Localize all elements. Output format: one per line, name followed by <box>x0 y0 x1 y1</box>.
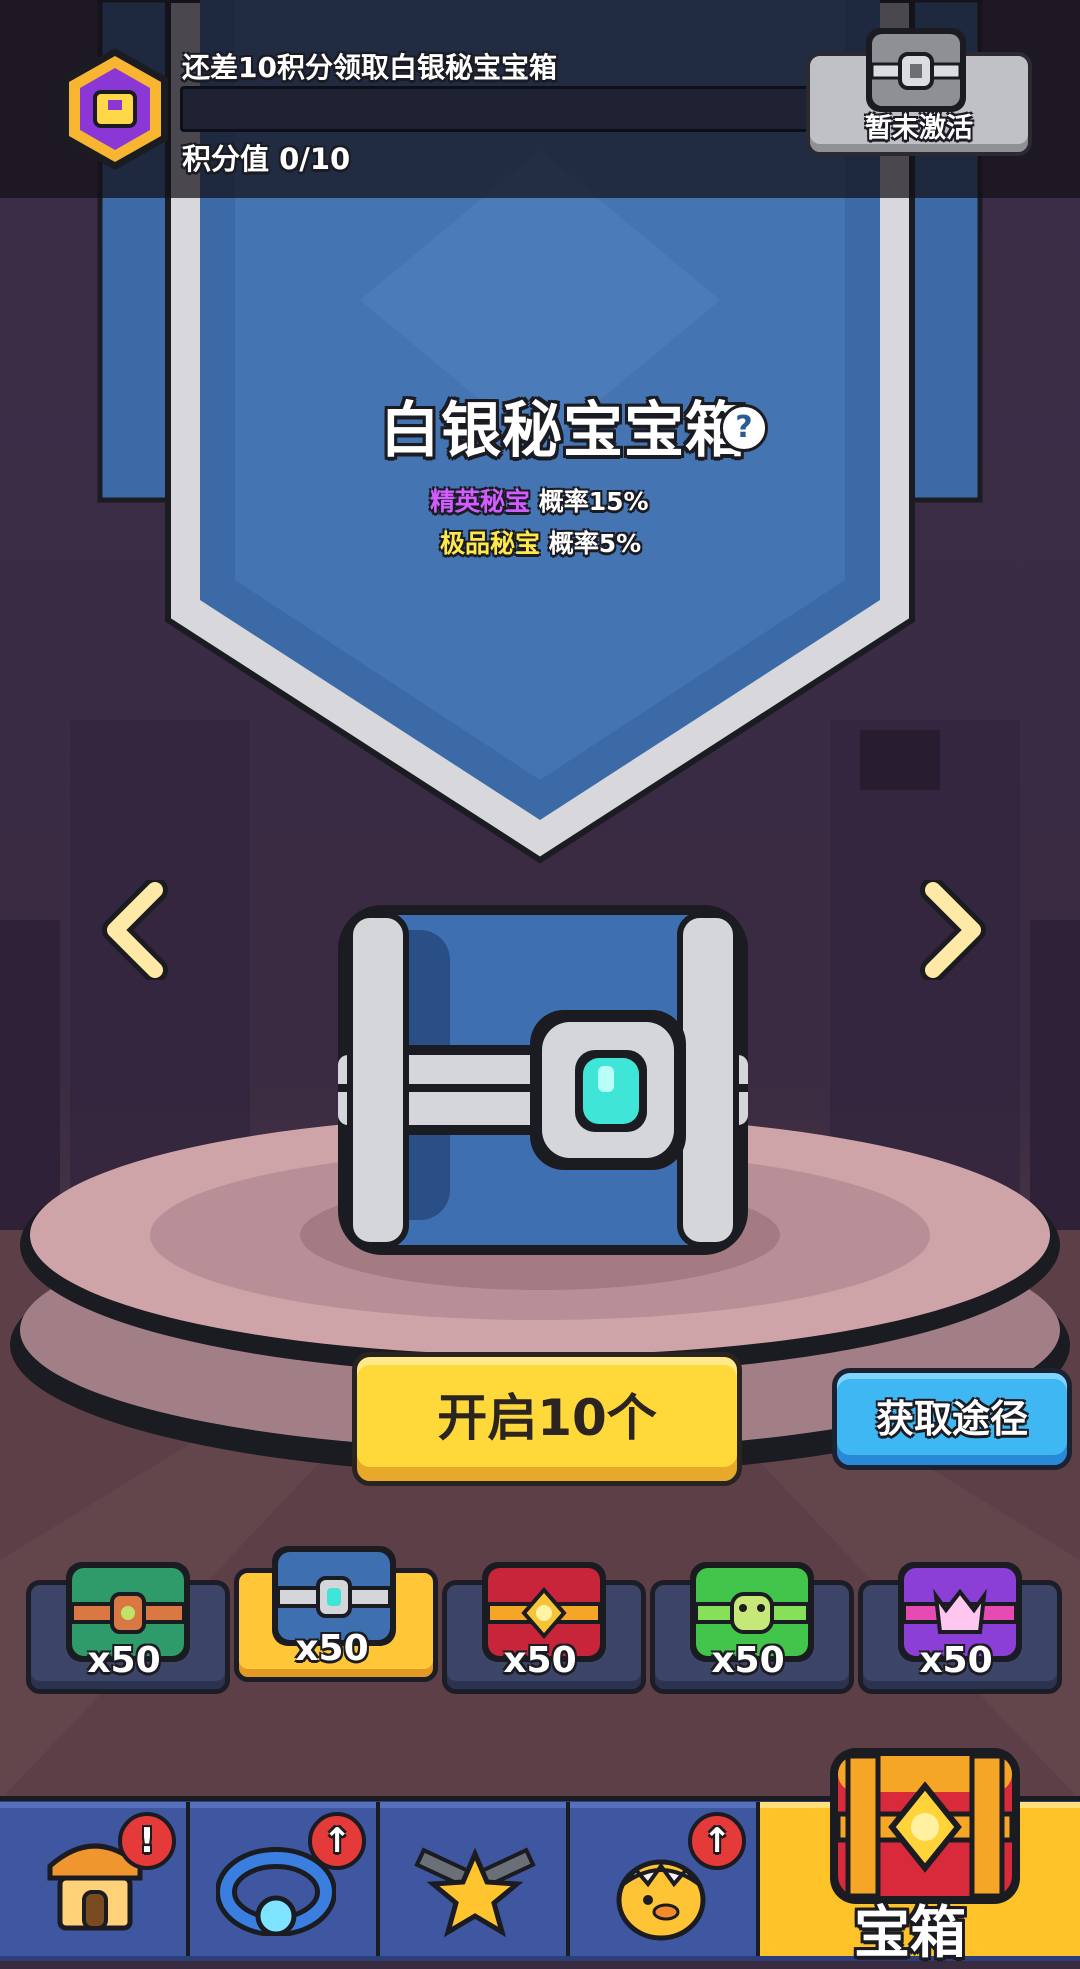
chevron-right-icon[interactable] <box>918 880 988 980</box>
rate-row-elite: 精英秘宝 概率15% <box>430 482 649 518</box>
silver-chest-icon <box>866 28 966 112</box>
rank-badge-icon[interactable] <box>50 44 180 174</box>
open-chests-label: 开启10个 <box>437 1389 657 1447</box>
treasure-chest-icon <box>830 1748 1020 1904</box>
help-icon[interactable]: ? <box>720 404 768 452</box>
chest-qty: x50 <box>919 1640 993 1681</box>
points-hint-text: 还差10积分领取白银秘宝宝箱 <box>182 51 557 84</box>
points-progress-bar <box>180 86 818 132</box>
reward-claim-label: 暂未激活 <box>865 113 973 144</box>
rate-value: 概率5% <box>548 529 642 558</box>
chest-qty: x50 <box>503 1640 577 1681</box>
nav-tab-chests-label: 宝箱 <box>854 1901 966 1966</box>
chevron-left-icon[interactable] <box>100 880 170 980</box>
rate-quality: 极品秘宝 <box>440 529 541 558</box>
rate-value: 概率15% <box>538 487 649 516</box>
chest-qty: x50 <box>711 1640 785 1681</box>
obtain-way-label: 获取途径 <box>875 1397 1028 1441</box>
upgrade-badge: ↑ <box>308 1812 366 1870</box>
rate-row-premium: 极品秘宝 概率5% <box>440 524 641 560</box>
weapon-star-icon <box>414 1847 536 1938</box>
alert-badge: ! <box>118 1812 176 1870</box>
chest-title: 白银秘宝宝箱 <box>380 396 746 466</box>
rate-quality: 精英秘宝 <box>430 487 531 516</box>
points-score-text: 积分值 0/10 <box>182 142 351 176</box>
upgrade-badge: ↑ <box>688 1812 746 1870</box>
chest-qty: x50 <box>295 1628 369 1669</box>
chest-qty: x50 <box>87 1640 161 1681</box>
silver-chest-illustration <box>338 905 748 1255</box>
